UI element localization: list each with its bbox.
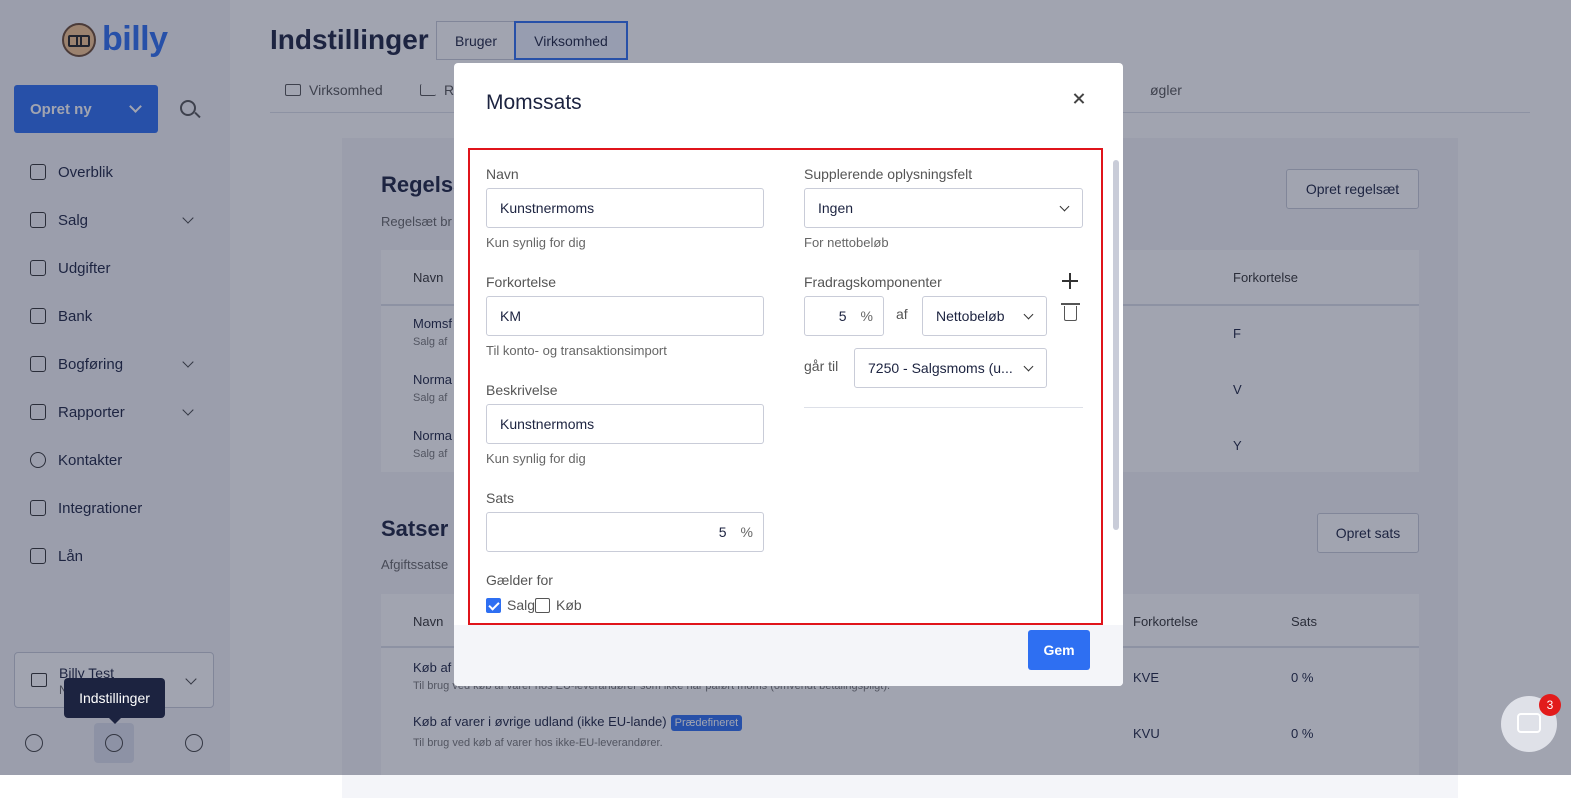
sales-checkbox[interactable]: Salg [486, 597, 535, 613]
deduct-base-select[interactable]: Nettobeløb [922, 296, 1047, 336]
extra-field-select[interactable]: Ingen [804, 188, 1083, 228]
applies-label: Gælder for [486, 572, 553, 588]
divider [804, 407, 1083, 408]
add-icon[interactable] [1062, 273, 1078, 289]
rate-input[interactable]: 5% [486, 512, 764, 552]
extra-field-hint: For nettobeløb [804, 235, 889, 250]
goes-to-account-value: 7250 - Salgsmoms (u... [868, 360, 1013, 376]
sales-label: Salg [507, 597, 536, 613]
deduct-label: Fradragskomponenter [804, 274, 942, 290]
rate-label: Sats [486, 490, 515, 506]
name-label: Navn [486, 166, 519, 182]
extra-field-value: Ingen [818, 200, 854, 216]
save-button[interactable]: Gem [1028, 630, 1090, 670]
chevron-down-icon [1023, 361, 1034, 372]
trash-icon[interactable] [1061, 303, 1080, 321]
modal-footer [454, 625, 1123, 686]
name-input[interactable]: Kunstnermoms [486, 188, 764, 228]
goes-to-label: går til [804, 358, 839, 374]
percent-sign: % [860, 308, 873, 324]
abbr-hint: Til konto- og transaktionsimport [486, 343, 667, 358]
desc-label: Beskrivelse [486, 382, 558, 398]
modal-title: Momssats [486, 91, 582, 114]
deduct-rate-value: 5 [838, 308, 847, 324]
name-hint: Kun synlig for dig [486, 235, 586, 250]
desc-hint: Kun synlig for dig [486, 451, 586, 466]
chat-unread-badge: 3 [1539, 694, 1561, 716]
vat-rate-modal: Momssats Navn Kunstnermoms Kun synlig fo… [454, 63, 1123, 686]
scrollbar[interactable] [1113, 160, 1119, 530]
checkbox-unchecked-icon [535, 597, 551, 613]
chat-icon [1517, 713, 1541, 733]
chevron-down-icon [1023, 309, 1034, 320]
purchase-label: Køb [556, 597, 582, 613]
extra-field-label: Supplerende oplysningsfelt [804, 166, 973, 182]
checkbox-checked-icon [486, 597, 501, 613]
close-icon[interactable] [1070, 89, 1088, 107]
deduct-rate-input[interactable]: 5% [804, 296, 884, 336]
desc-input[interactable]: Kunstnermoms [486, 404, 764, 444]
abbr-label: Forkortelse [486, 274, 557, 290]
deduct-base-value: Nettobeløb [936, 308, 1005, 324]
rate-value: 5 [718, 524, 727, 540]
settings-tooltip: Indstillinger [64, 678, 165, 724]
percent-sign: % [740, 524, 753, 540]
purchase-checkbox[interactable]: Køb [535, 597, 582, 613]
applies-group: Salg Køb [486, 597, 582, 613]
deduct-of-label: af [896, 306, 908, 322]
chevron-down-icon [1059, 201, 1070, 212]
abbr-input[interactable]: KM [486, 296, 764, 336]
goes-to-account-select[interactable]: 7250 - Salgsmoms (u... [854, 348, 1047, 388]
